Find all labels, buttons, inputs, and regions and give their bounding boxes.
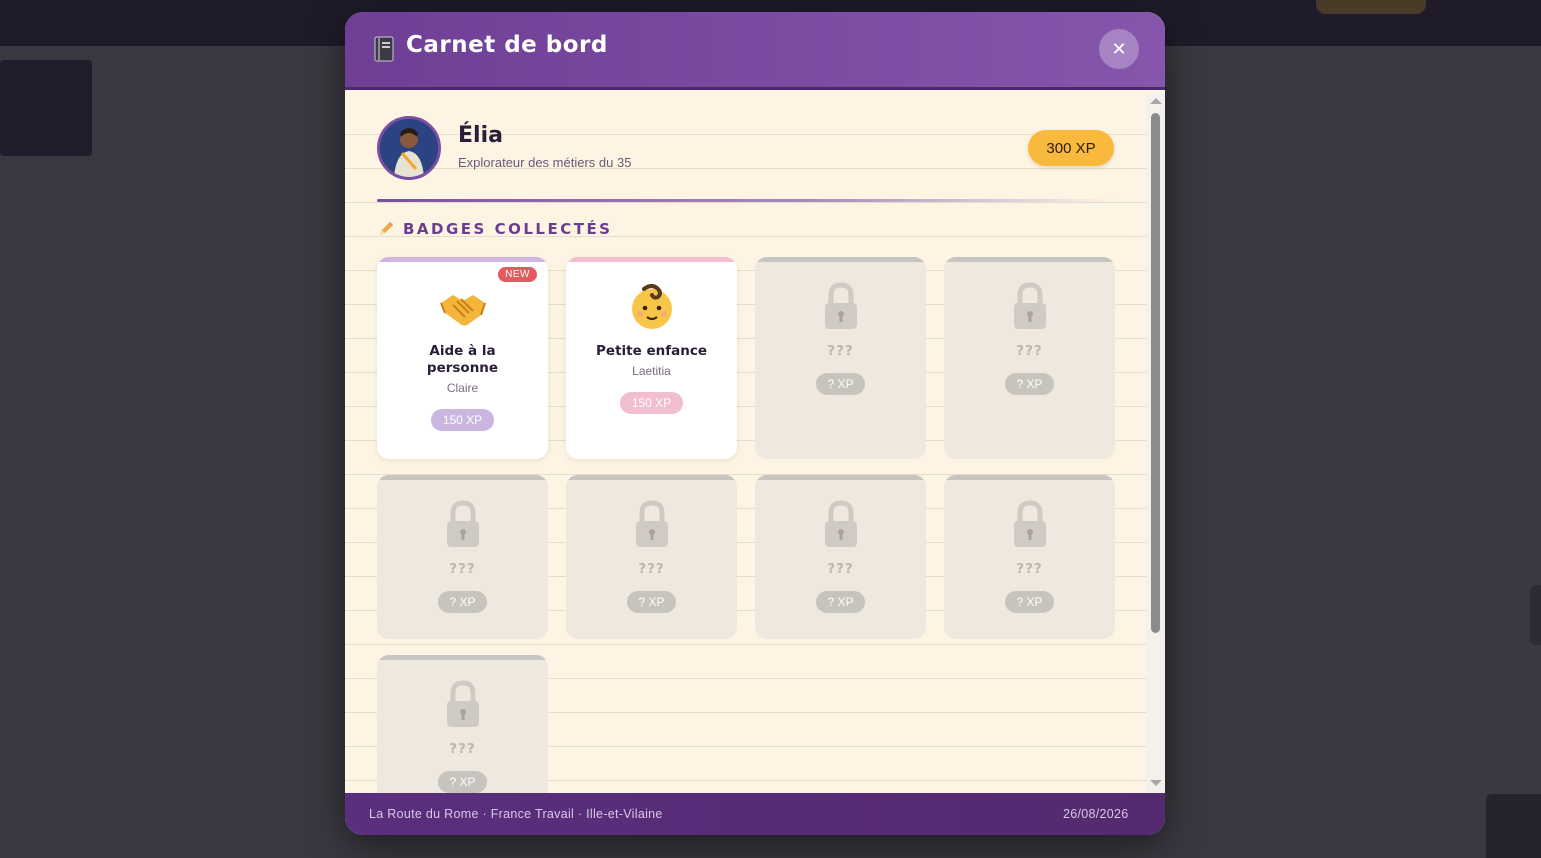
badge-accent-bar — [944, 475, 1115, 480]
badge-card-aide-personne[interactable]: NEW Aide à la personne Claire 150 XP — [377, 257, 548, 459]
profile-name: Élia — [458, 123, 503, 148]
lock-icon — [446, 500, 479, 547]
badge-xp: ? XP — [438, 771, 487, 793]
profile-divider — [377, 199, 1114, 202]
footer-date: 26/08/2026 — [1063, 807, 1129, 821]
badge-accent-bar — [377, 475, 548, 480]
badge-person: Claire — [446, 381, 479, 395]
scrollbar-thumb[interactable] — [1151, 113, 1160, 633]
locked-badge-card[interactable]: ??? ? XP — [944, 475, 1115, 639]
new-badge: NEW — [498, 267, 537, 282]
background-corner — [1486, 794, 1541, 858]
badge-title: ??? — [1016, 343, 1043, 359]
badges-section-title: BADGES COLLECTÉS — [377, 220, 613, 238]
badge-title: ??? — [638, 561, 665, 577]
badge-title: ??? — [449, 741, 476, 757]
badge-accent-bar — [377, 257, 548, 262]
scroll-up-icon[interactable] — [1150, 98, 1162, 104]
badge-xp: 150 XP — [619, 392, 684, 414]
modal-header: Carnet de bord ✕ — [345, 12, 1165, 90]
badge-xp: ? XP — [1005, 591, 1054, 613]
locked-badge-card[interactable]: ??? ? XP — [377, 475, 548, 639]
badge-accent-bar — [944, 257, 1115, 262]
badge-title: Petite enfance — [596, 343, 707, 359]
badge-accent-bar — [566, 257, 737, 262]
profile-subtitle: Explorateur des métiers du 35 — [458, 155, 632, 170]
locked-badge-card[interactable]: ??? ? XP — [755, 475, 926, 639]
modal-title: Carnet de bord — [406, 32, 608, 58]
badge-accent-bar — [755, 475, 926, 480]
notebook-icon — [374, 36, 394, 62]
lock-icon — [824, 500, 857, 547]
handshake-icon — [439, 295, 486, 326]
total-xp-badge: 300 XP — [1028, 130, 1114, 166]
lock-icon — [446, 680, 479, 727]
locked-badge-card[interactable]: ??? ? XP — [755, 257, 926, 459]
badge-xp: ? XP — [1005, 373, 1054, 395]
footer-credits: La Route du Rome · France Travail · Ille… — [369, 807, 663, 821]
lock-icon — [824, 282, 857, 329]
scroll-down-icon[interactable] — [1150, 780, 1162, 786]
locked-badge-card[interactable]: ??? ? XP — [944, 257, 1115, 459]
logbook-modal: Carnet de bord ✕ Élia Explorateur des mé… — [345, 12, 1165, 835]
badge-accent-bar — [377, 655, 548, 660]
background-pill — [1316, 0, 1426, 14]
lock-icon — [1013, 282, 1046, 329]
badge-accent-bar — [566, 475, 737, 480]
baby-icon — [631, 284, 672, 329]
locked-badge-card[interactable]: ??? ? XP — [566, 475, 737, 639]
modal-body[interactable]: Élia Explorateur des métiers du 35 300 X… — [345, 93, 1146, 793]
badge-card-petite-enfance[interactable]: Petite enfance Laetitia 150 XP — [566, 257, 737, 459]
badge-title: ??? — [1016, 561, 1043, 577]
lock-icon — [1013, 500, 1046, 547]
badge-xp: ? XP — [627, 591, 676, 613]
lock-icon — [635, 500, 668, 547]
badge-xp: ? XP — [816, 591, 865, 613]
background-edge — [1530, 585, 1541, 645]
badge-title: ??? — [827, 561, 854, 577]
locked-badge-card[interactable]: ??? ? XP — [377, 655, 548, 793]
badge-title: Aide à la personne — [426, 343, 499, 376]
avatar — [377, 116, 441, 180]
modal-footer: La Route du Rome · France Travail · Ille… — [345, 793, 1165, 835]
badge-xp: ? XP — [438, 591, 487, 613]
badge-xp: 150 XP — [430, 409, 495, 431]
badge-accent-bar — [755, 257, 926, 262]
badges-section-label: BADGES COLLECTÉS — [403, 220, 613, 238]
badge-person: Laetitia — [632, 364, 671, 378]
close-button[interactable]: ✕ — [1099, 29, 1139, 69]
close-icon: ✕ — [1111, 38, 1127, 60]
badge-xp: ? XP — [816, 373, 865, 395]
background-panel — [0, 60, 92, 156]
badge-title: ??? — [449, 561, 476, 577]
vertical-scrollbar[interactable] — [1146, 93, 1165, 793]
pencil-icon — [380, 222, 393, 235]
badge-title: ??? — [827, 343, 854, 359]
